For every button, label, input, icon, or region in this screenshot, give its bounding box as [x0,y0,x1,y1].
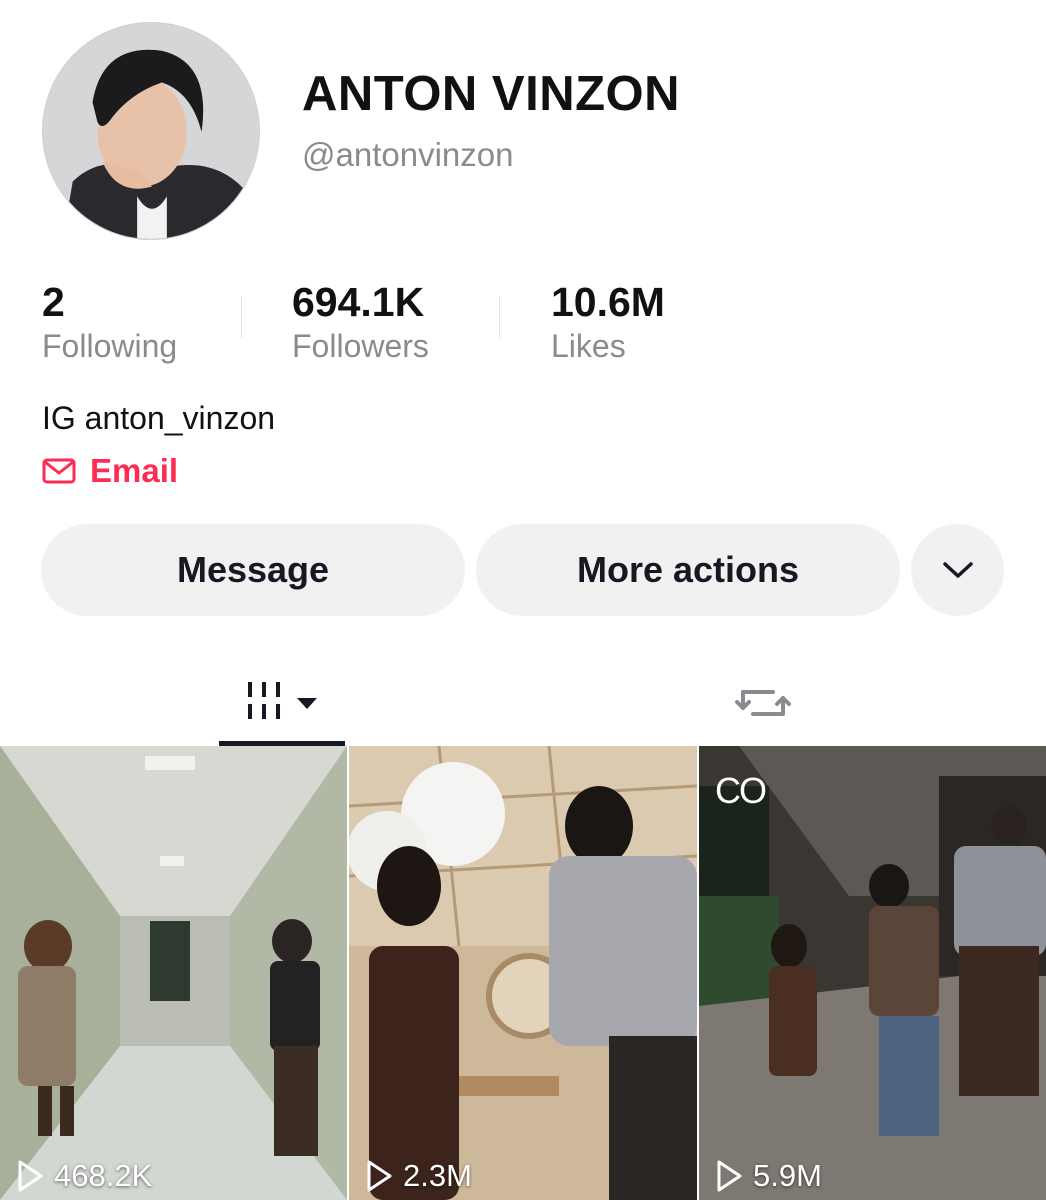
profile-avatar[interactable] [42,22,260,240]
video-thumbnail-image [349,746,697,1200]
likes-count: 10.6M [551,279,665,325]
view-count-text: 5.9M [753,1158,822,1193]
stat-divider [241,296,242,338]
video-grid-icon [248,682,317,719]
more-actions-button[interactable]: More actions [476,524,900,616]
stat-divider [499,296,500,338]
message-button[interactable]: Message [41,524,465,616]
video-thumbnail-image [699,746,1046,1200]
username: @antonvinzon [302,136,514,173]
view-count: 2.3M [365,1158,472,1194]
following-label: Following [42,328,178,364]
view-count: 468.2K [16,1158,152,1194]
suggested-accounts-dropdown[interactable] [911,524,1004,616]
tab-reposts[interactable] [700,660,826,746]
view-count: 5.9M [715,1158,822,1194]
stat-followers[interactable]: 694.1K Followers [292,280,429,365]
repost-icon [735,690,791,716]
tab-videos[interactable] [219,660,345,746]
display-name: ANTON VINZON [302,67,681,121]
view-count-text: 2.3M [403,1158,472,1193]
avatar-image [43,23,259,239]
play-icon [717,1160,742,1192]
mail-icon [42,458,76,484]
view-count-text: 468.2K [54,1158,153,1193]
video-thumbnail[interactable]: 2.3M [349,746,697,1200]
followers-count: 694.1K [292,279,425,325]
followers-label: Followers [292,328,429,364]
play-icon [18,1160,43,1192]
stat-following[interactable]: 2 Following [42,280,177,365]
chevron-down-icon [942,562,973,578]
email-link[interactable]: Email [42,452,178,490]
video-grid: 468.2K 2.3M CO 5.9M [0,746,1046,1200]
following-count: 2 [42,279,65,325]
video-thumbnail[interactable]: 468.2K [0,746,347,1200]
play-icon [367,1160,392,1192]
video-thumbnail[interactable]: CO 5.9M [699,746,1046,1200]
bio-text: IG anton_vinzon [42,400,276,436]
capcut-badge: CO [715,770,767,811]
likes-label: Likes [551,328,626,364]
video-thumbnail-image [0,746,347,1200]
stat-likes[interactable]: 10.6M Likes [551,280,665,365]
email-label: Email [90,452,179,489]
